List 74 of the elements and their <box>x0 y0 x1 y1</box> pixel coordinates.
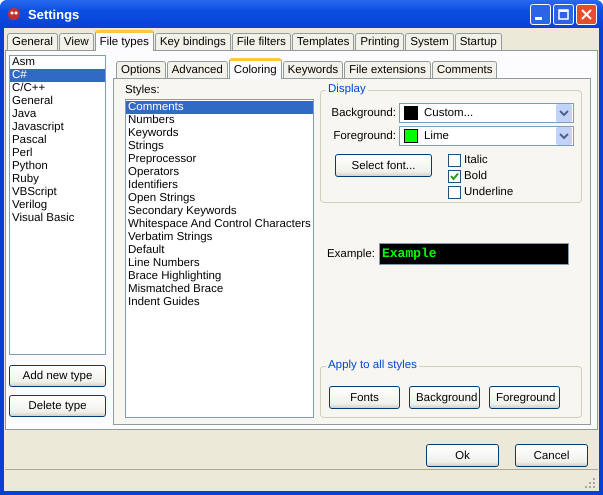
file-type-item[interactable]: General <box>10 95 105 108</box>
tab[interactable]: Key bindings <box>154 33 231 50</box>
tab[interactable]: File filters <box>232 33 291 50</box>
style-item[interactable]: Mismatched Brace <box>126 283 313 296</box>
window-title: Settings <box>28 6 80 22</box>
style-checkbox[interactable]: Bold <box>448 168 514 184</box>
example-preview: Example <box>378 243 569 265</box>
group-title: Display <box>326 83 368 95</box>
style-item[interactable]: Numbers <box>126 114 313 127</box>
tab[interactable]: System <box>405 33 454 50</box>
tab[interactable]: General <box>7 33 58 50</box>
style-item[interactable]: Whitespace And Control Characters <box>126 218 313 231</box>
style-item[interactable]: Identifiers <box>126 179 313 192</box>
file-type-item[interactable]: VBScript <box>10 186 105 199</box>
style-item[interactable]: Line Numbers <box>126 257 313 270</box>
style-checkbox[interactable]: Italic <box>448 152 514 168</box>
style-item[interactable]: Preprocessor <box>126 153 313 166</box>
color-label: Foreground: <box>333 130 396 142</box>
file-type-item[interactable]: Python <box>10 160 105 173</box>
color-label: Background: <box>331 107 396 119</box>
sub-tab[interactable]: Coloring <box>228 58 282 79</box>
file-type-item[interactable]: Pascal <box>10 134 105 147</box>
example-label: Example: <box>327 248 375 260</box>
type-button[interactable]: Add new type <box>9 364 106 387</box>
file-type-item[interactable]: Asm <box>10 56 105 69</box>
sub-tab[interactable]: Comments <box>432 61 498 78</box>
style-checkbox[interactable]: Underline <box>448 184 514 200</box>
style-item[interactable]: Strings <box>126 140 313 153</box>
file-type-item[interactable]: Visual Basic <box>10 212 105 225</box>
style-item[interactable]: Default <box>126 244 313 257</box>
select-font-button[interactable]: Select font... <box>335 154 432 177</box>
type-button[interactable]: Delete type <box>9 394 106 417</box>
styles-label: Styles: <box>125 83 161 97</box>
file-type-item[interactable]: C# <box>10 69 105 82</box>
close-button[interactable] <box>576 4 597 24</box>
group-title: Apply to all styles <box>326 359 419 371</box>
close-icon <box>581 8 592 20</box>
dialog-button[interactable]: Cancel <box>515 444 588 467</box>
tab[interactable]: Startup <box>454 33 502 50</box>
dialog-button[interactable]: Ok <box>426 444 499 467</box>
color-dropdown[interactable]: Custom... <box>399 103 574 123</box>
sub-tab[interactable]: Keywords <box>282 61 344 78</box>
app-icon <box>6 6 22 22</box>
apply-button[interactable]: Foreground <box>489 386 560 409</box>
style-item[interactable]: Comments <box>126 101 313 114</box>
file-type-item[interactable]: Java <box>10 108 105 121</box>
minimize-button[interactable] <box>530 4 551 24</box>
tab[interactable]: Templates <box>292 33 354 50</box>
sub-tab[interactable]: Options <box>116 61 166 78</box>
style-item[interactable]: Brace Highlighting <box>126 270 313 283</box>
color-dropdown[interactable]: Lime <box>399 126 574 146</box>
apply-button[interactable]: Fonts <box>329 386 400 409</box>
resize-grip-icon <box>584 477 596 489</box>
maximize-button[interactable] <box>553 4 574 24</box>
maximize-icon <box>558 8 569 20</box>
style-item[interactable]: Secondary Keywords <box>126 205 313 218</box>
file-type-item[interactable]: Javascript <box>10 121 105 134</box>
tab[interactable]: View <box>58 33 94 50</box>
style-item[interactable]: Operators <box>126 166 313 179</box>
file-type-item[interactable]: C/C++ <box>10 82 105 95</box>
apply-button[interactable]: Background <box>409 386 480 409</box>
sub-tab[interactable]: Advanced <box>166 61 228 78</box>
file-type-item[interactable]: Ruby <box>10 173 105 186</box>
tab[interactable]: Printing <box>355 33 404 50</box>
style-item[interactable]: Verbatim Strings <box>126 231 313 244</box>
minimize-icon <box>535 16 542 20</box>
style-item[interactable]: Keywords <box>126 127 313 140</box>
file-type-item[interactable]: Perl <box>10 147 105 160</box>
file-type-item[interactable]: Verilog <box>10 199 105 212</box>
check-icon <box>450 172 459 180</box>
sub-tab[interactable]: File extensions <box>344 61 431 78</box>
style-item[interactable]: Indent Guides <box>126 296 313 309</box>
tab[interactable]: File types <box>94 30 154 51</box>
style-item[interactable]: Open Strings <box>126 192 313 205</box>
